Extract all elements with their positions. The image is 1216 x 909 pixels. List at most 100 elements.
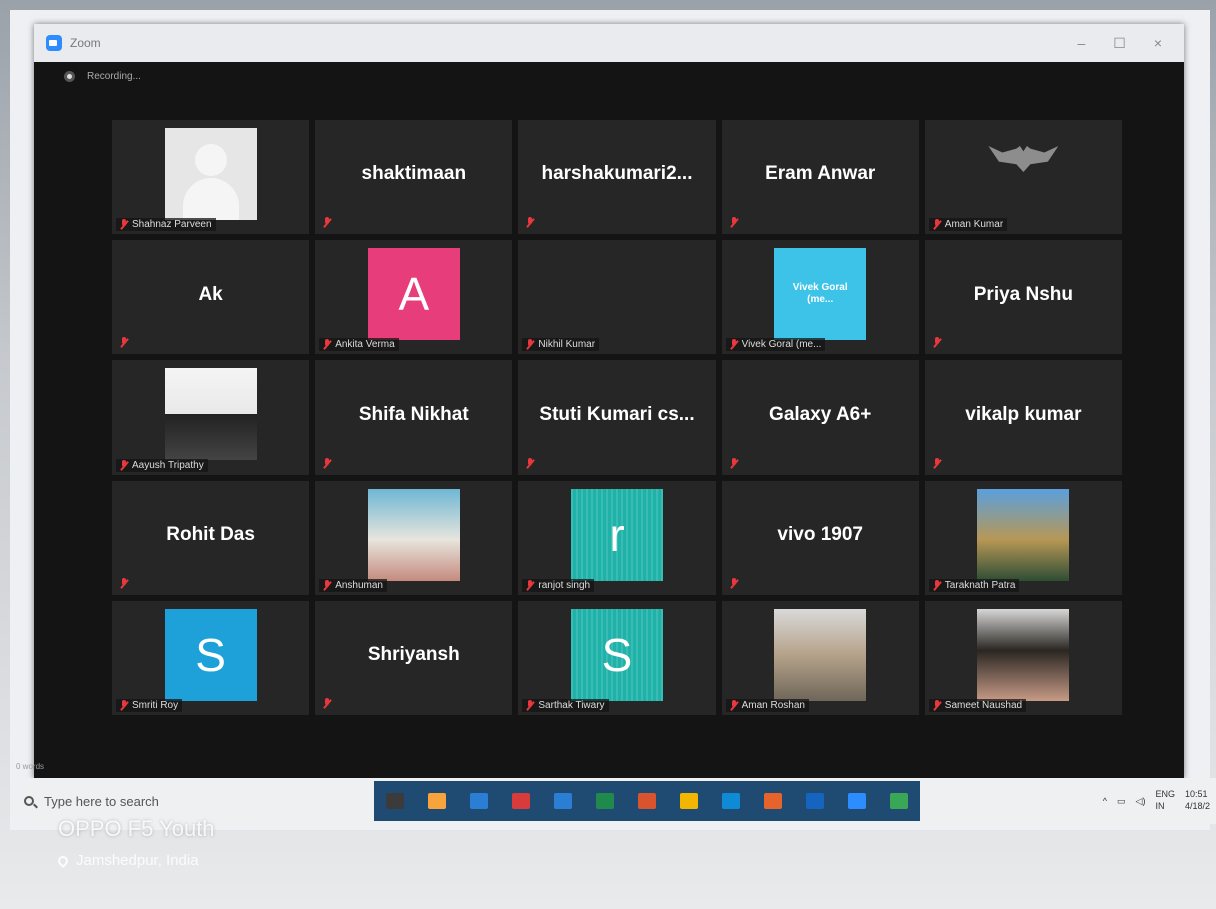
muted-mic-icon <box>730 217 738 228</box>
participant-display-name: Galaxy A6+ <box>769 403 872 425</box>
participant-display-name: Shriyansh <box>367 644 460 666</box>
participant-tile[interactable]: S Smriti Roy <box>112 600 310 715</box>
participant-tile[interactable]: Eram Anwar <box>721 120 919 235</box>
muted-mic-icon <box>730 457 738 469</box>
participant-tile[interactable]: Stuti Kumari cs... <box>518 360 716 475</box>
participant-display-name: Eram Anwar <box>765 163 876 185</box>
participant-tile[interactable]: Shahnaz Parveen <box>112 120 310 235</box>
participant-tile[interactable]: Ak <box>112 240 310 355</box>
participant-tile[interactable]: harshakumari2... <box>518 120 716 235</box>
taskbar-app-icon[interactable] <box>878 781 920 821</box>
participant-tile[interactable]: Aman Kumar <box>924 120 1122 235</box>
participant-display-name: vikalp kumar <box>965 403 1082 425</box>
participant-display-name: Ak <box>198 283 223 305</box>
muted-mic-icon <box>730 699 738 711</box>
language-indicator[interactable]: ENG IN <box>1155 789 1175 812</box>
taskbar-app-icon[interactable] <box>458 781 500 821</box>
window-titlebar: Zoom – ☐ × <box>34 24 1184 62</box>
taskbar-app-icon[interactable] <box>668 781 710 821</box>
participant-tile[interactable]: Vivek Goral (me... Vivek Goral (me... <box>721 240 919 355</box>
participant-name-label: Shahnaz Parveen <box>116 218 216 232</box>
participant-avatar <box>977 488 1070 581</box>
participant-name-label: Smriti Roy <box>116 698 183 712</box>
participant-name-label: Aman Kumar <box>928 218 1008 232</box>
monitor-frame: Zoom – ☐ × Recording... Shahnaz Parveen s… <box>0 0 1216 909</box>
muted-mic-icon <box>933 699 941 711</box>
recording-indicator[interactable]: Recording... <box>34 62 1184 90</box>
muted-mic-icon <box>526 699 534 711</box>
taskbar-app-icon[interactable] <box>584 781 626 821</box>
taskbar-app-icon[interactable] <box>752 781 794 821</box>
minimize-button[interactable]: – <box>1077 35 1085 52</box>
taskbar-app-icon[interactable] <box>794 781 836 821</box>
participant-tile[interactable]: A Ankita Verma <box>315 240 513 355</box>
participant-tile[interactable]: Nikhil Kumar <box>518 240 716 355</box>
search-icon <box>24 796 34 806</box>
maximize-button[interactable]: ☐ <box>1113 35 1126 52</box>
muted-mic-icon <box>933 219 941 230</box>
muted-mic-icon <box>526 579 534 591</box>
participant-avatar: A <box>367 248 460 341</box>
volume-icon[interactable]: ◁) <box>1136 796 1146 807</box>
participant-tile[interactable]: Galaxy A6+ <box>721 360 919 475</box>
participant-name-label: Taraknath Patra <box>928 578 1020 592</box>
participant-tile[interactable]: Aayush Tripathy <box>112 360 310 475</box>
participant-name-label: Nikhil Kumar <box>522 338 600 352</box>
taskbar-app-icon[interactable] <box>836 781 878 821</box>
participant-avatar <box>774 608 867 701</box>
location-text: Jamshedpur, India <box>76 852 199 869</box>
participant-avatar: r <box>570 488 663 581</box>
muted-mic-icon <box>323 339 331 350</box>
taskbar-app-icon[interactable] <box>626 781 668 821</box>
taskbar-app-icon[interactable] <box>542 781 584 821</box>
pinned-apps <box>374 781 920 821</box>
taskbar-app-icon[interactable] <box>416 781 458 821</box>
participant-tile[interactable]: S Sarthak Tiwary <box>518 600 716 715</box>
participant-tile[interactable]: Priya Nshu <box>924 240 1122 355</box>
close-button[interactable]: × <box>1154 35 1162 52</box>
participant-name-label: Vivek Goral (me... <box>725 338 826 352</box>
participant-tile[interactable]: vikalp kumar <box>924 360 1122 475</box>
participant-display-name: harshakumari2... <box>541 163 693 185</box>
participant-name-label: Ankita Verma <box>319 338 399 352</box>
participant-name: Shahnaz Parveen <box>132 219 212 231</box>
participant-tile[interactable]: Rohit Das <box>112 480 310 595</box>
participant-tile[interactable]: shaktimaan <box>315 120 513 235</box>
muted-mic-icon <box>730 339 738 350</box>
muted-mic-icon <box>120 577 128 589</box>
desktop-screen: Zoom – ☐ × Recording... Shahnaz Parveen s… <box>10 10 1216 830</box>
participant-name: Vivek Goral (me... <box>741 339 822 351</box>
search-placeholder: Type here to search <box>44 793 159 809</box>
participant-name: Nikhil Kumar <box>538 339 596 351</box>
participant-name: ranjot singh <box>538 579 591 591</box>
participant-tile[interactable]: Sameet Naushad <box>924 600 1122 715</box>
participant-name-label: Sarthak Tiwary <box>522 698 609 712</box>
participant-avatar: S <box>570 608 663 701</box>
participant-name: Aman Roshan <box>741 699 805 711</box>
clock[interactable]: 10:51 4/18/2 <box>1185 789 1210 812</box>
participant-tile[interactable]: Aman Roshan <box>721 600 919 715</box>
participant-tile[interactable]: Shifa Nikhat <box>315 360 513 475</box>
network-icon[interactable]: ▭ <box>1117 796 1126 807</box>
muted-mic-icon <box>730 577 738 589</box>
muted-mic-icon <box>933 337 941 348</box>
system-tray: ^ ▭ ◁) ENG IN 10:51 4/18/2 <box>1103 789 1216 812</box>
participant-tile[interactable]: vivo 1907 <box>721 480 919 595</box>
muted-mic-icon <box>933 579 941 591</box>
taskbar-app-icon[interactable] <box>710 781 752 821</box>
taskbar-app-icon[interactable] <box>500 781 542 821</box>
participant-tile[interactable]: r ranjot singh <box>518 480 716 595</box>
participant-name: Anshuman <box>335 579 383 591</box>
participant-display-name: Rohit Das <box>166 523 255 545</box>
muted-mic-icon <box>120 459 128 471</box>
participant-tile[interactable]: Taraknath Patra <box>924 480 1122 595</box>
participant-display-name: Stuti Kumari cs... <box>539 403 695 425</box>
participant-name: Sameet Naushad <box>944 699 1023 711</box>
tray-chevron-icon[interactable]: ^ <box>1103 796 1107 806</box>
participant-tile[interactable]: Shriyansh <box>315 600 513 715</box>
participant-name-label: ranjot singh <box>522 578 595 592</box>
participant-name: Sarthak Tiwary <box>538 699 605 711</box>
taskbar-app-icon[interactable] <box>374 781 416 821</box>
participant-tile[interactable]: Anshuman <box>315 480 513 595</box>
participant-avatar <box>164 368 257 461</box>
